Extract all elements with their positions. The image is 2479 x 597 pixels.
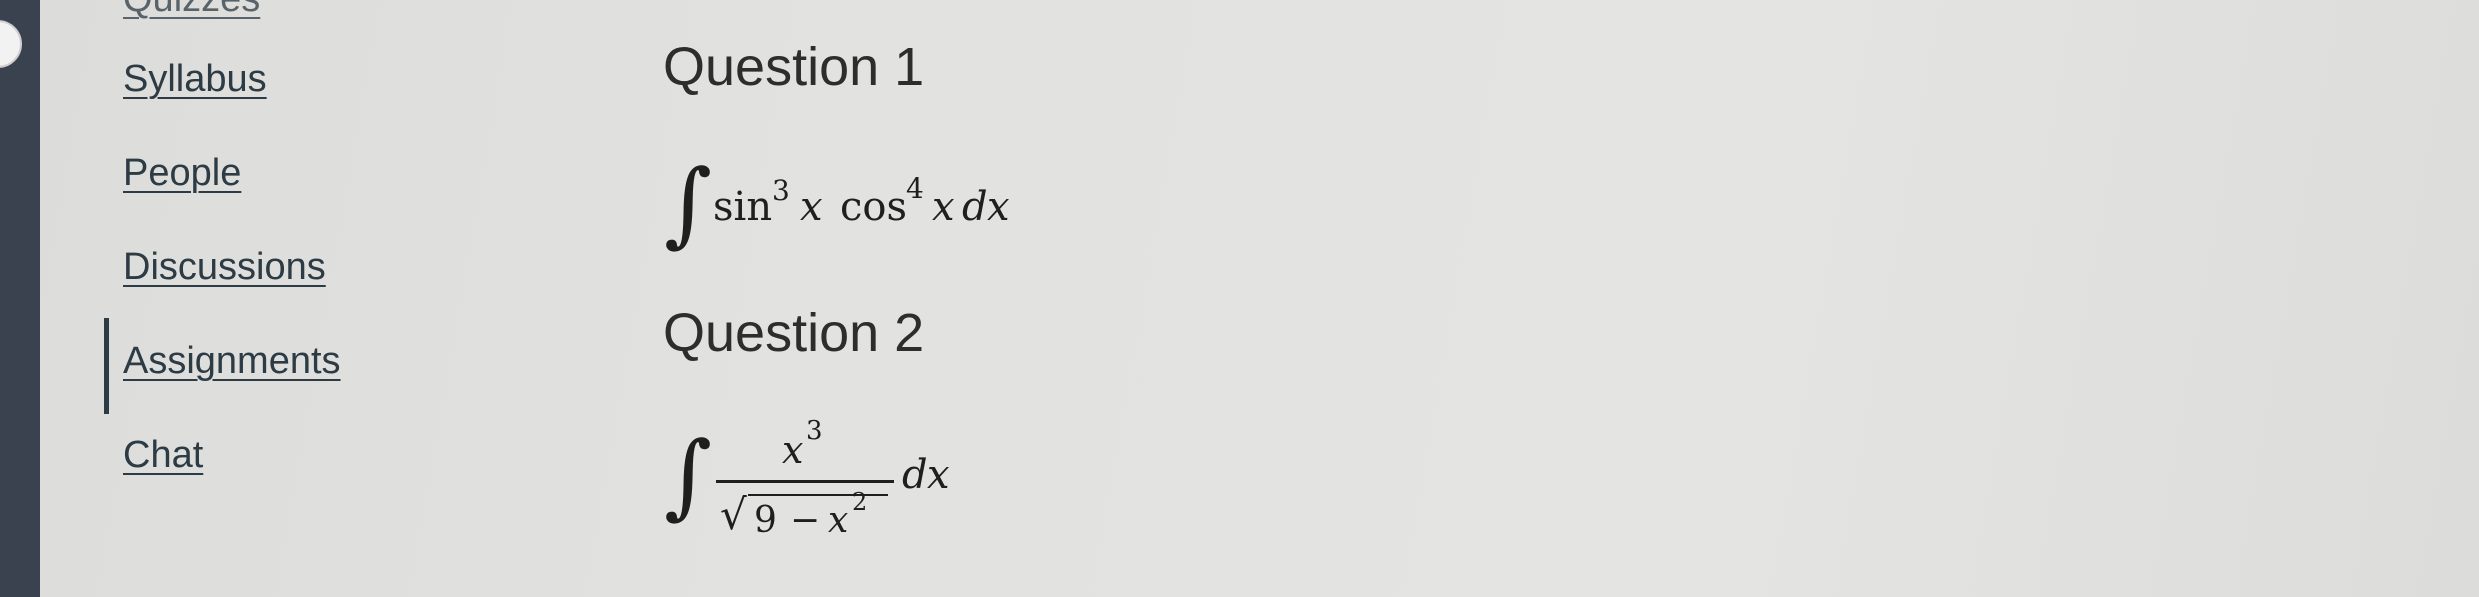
fraction-bar	[716, 480, 894, 483]
global-nav-rail	[0, 0, 40, 597]
integral-sign: ∫	[664, 150, 712, 257]
course-navigation: Quizzes Syllabus People Discussions Assi…	[104, 0, 440, 597]
denominator-constant: 9	[754, 500, 777, 541]
question-2-title: Question 2	[663, 303, 925, 363]
denominator-exponent-2: 2	[852, 488, 868, 516]
exponent-4: 4	[906, 172, 924, 205]
denominator-variable-x: x	[828, 500, 849, 541]
square-root-sign: √	[720, 490, 747, 539]
differential-d: d	[962, 184, 988, 230]
function-sin: sin	[713, 184, 773, 230]
active-item-indicator	[104, 318, 109, 414]
denominator-minus: −	[790, 500, 821, 541]
differential-d: d	[902, 452, 928, 498]
numerator-exponent-3: 3	[806, 416, 823, 446]
nav-link-quizzes[interactable]: Quizzes	[123, 0, 260, 21]
numerator-variable-x: x	[782, 428, 804, 472]
exponent-3: 3	[772, 174, 790, 207]
nav-link-people[interactable]: People	[123, 152, 241, 195]
question-1-expression: ∫ sin 3 x cos 4 x d x	[660, 150, 1080, 260]
integral-sign: ∫	[664, 422, 712, 529]
question-1-title: Question 1	[663, 37, 925, 97]
main-content: Question 1 ∫ sin 3 x cos 4 x d x Questio…	[660, 0, 2360, 597]
variable-x: x	[927, 452, 950, 498]
nav-link-syllabus[interactable]: Syllabus	[123, 58, 267, 101]
variable-x: x	[800, 184, 823, 230]
nav-link-discussions[interactable]: Discussions	[123, 246, 326, 289]
variable-x: x	[987, 184, 1010, 230]
variable-x: x	[932, 184, 955, 230]
nav-link-chat[interactable]: Chat	[123, 434, 203, 477]
function-cos: cos	[840, 184, 908, 230]
nav-link-assignments[interactable]: Assignments	[123, 340, 341, 383]
question-2-expression: ∫ x 3 √ 9 − x 2 d x	[660, 400, 980, 550]
